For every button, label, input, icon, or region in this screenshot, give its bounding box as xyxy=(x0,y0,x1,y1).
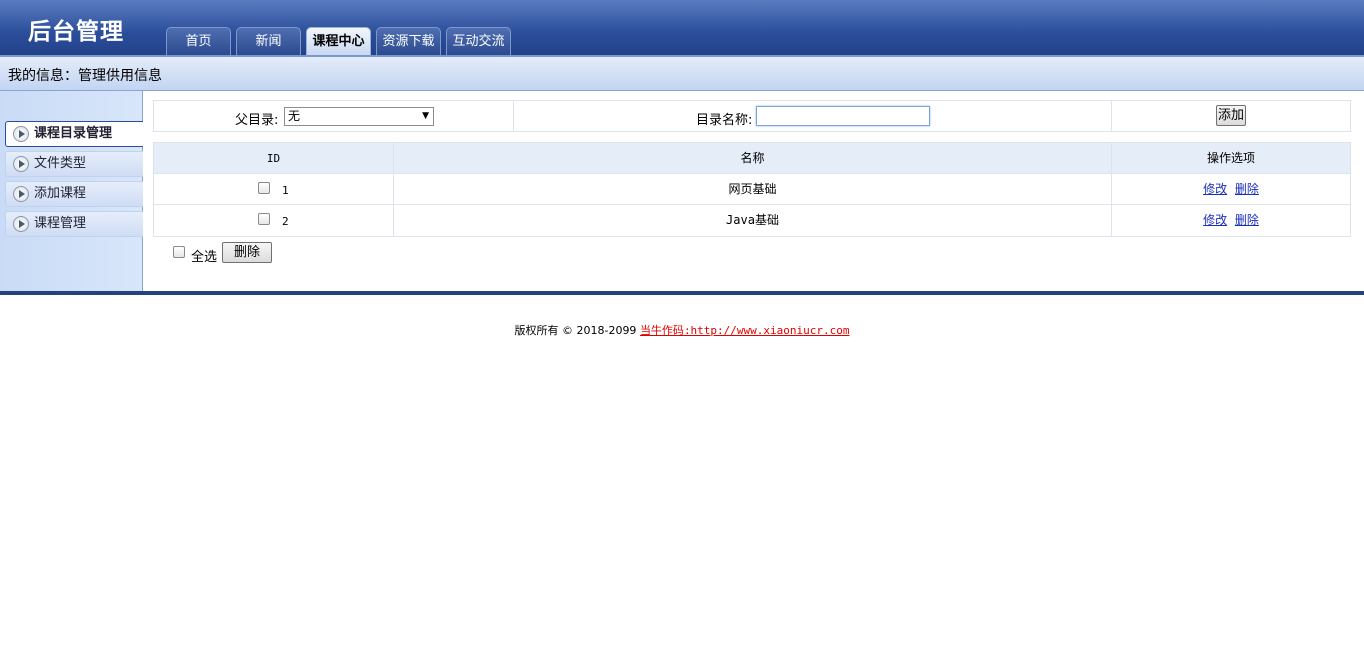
select-all-checkbox[interactable] xyxy=(173,246,185,258)
delete-link[interactable]: 删除 xyxy=(1235,213,1259,227)
column-header-id: ID xyxy=(154,143,394,173)
row-name: Java基础 xyxy=(394,205,1112,236)
parent-cell: 父目录: 无 ▼ xyxy=(154,101,514,131)
id-cell: 1 xyxy=(154,174,394,204)
footer-link[interactable]: 当牛作码:http://www.xiaoniucr.com xyxy=(640,324,850,337)
app-header: 后台管理 首页 新闻 课程中心 资源下载 互动交流 xyxy=(0,0,1364,55)
edit-link[interactable]: 修改 xyxy=(1203,182,1227,196)
parent-select-value: 无 xyxy=(288,109,301,123)
delete-link[interactable]: 删除 xyxy=(1235,182,1259,196)
row-id: 2 xyxy=(282,215,289,228)
sidebar-item-label: 添加课程 xyxy=(34,186,87,201)
add-button[interactable]: 添加 xyxy=(1216,105,1246,126)
sidebar-item-course-catalog[interactable]: 课程目录管理 xyxy=(5,121,143,147)
sidebar-item-course-management[interactable]: 课程管理 xyxy=(5,211,143,237)
footer-link-url: :http://www.xiaoniucr.com xyxy=(683,324,850,337)
info-bar: 我的信息：管理供用信息 xyxy=(0,55,1364,91)
copyright-text: 版权所有 © 2018-2099 xyxy=(514,324,637,337)
select-all-label: 全选 xyxy=(191,250,218,265)
arrow-right-icon xyxy=(13,126,29,142)
table-header-row: ID 名称 操作选项 xyxy=(154,143,1350,174)
tab-news[interactable]: 新闻 xyxy=(236,27,301,55)
arrow-right-icon xyxy=(13,156,29,172)
arrow-right-icon xyxy=(13,216,29,232)
sidebar-item-label: 课程目录管理 xyxy=(34,126,113,141)
app-title: 后台管理 xyxy=(28,18,124,45)
column-header-name: 名称 xyxy=(394,143,1112,173)
parent-label: 父目录: xyxy=(235,113,279,128)
catalog-name-input[interactable] xyxy=(756,106,930,126)
footer-link-label: 当牛作码 xyxy=(639,324,684,337)
row-checkbox[interactable] xyxy=(258,182,270,194)
tab-interaction[interactable]: 互动交流 xyxy=(446,27,511,55)
tab-course-center[interactable]: 课程中心 xyxy=(306,27,371,55)
actions-cell: 修改 删除 xyxy=(1112,205,1350,236)
info-text: 我的信息：管理供用信息 xyxy=(8,68,162,84)
main-nav-tabs: 首页 新闻 课程中心 资源下载 互动交流 xyxy=(166,27,516,55)
edit-link[interactable]: 修改 xyxy=(1203,213,1227,227)
table-row: 1 网页基础 修改 删除 xyxy=(154,174,1350,205)
catalog-name-label: 目录名称: xyxy=(696,113,753,128)
catalog-table: ID 名称 操作选项 1 网页基础 修改 删除 2 Java基础 修改 删除 xyxy=(153,142,1351,237)
arrow-right-icon xyxy=(13,186,29,202)
parent-select[interactable]: 无 ▼ xyxy=(284,107,434,126)
catalog-form: 父目录: 无 ▼ 目录名称: 添加 xyxy=(153,100,1351,132)
row-id: 1 xyxy=(282,184,289,197)
id-cell: 2 xyxy=(154,205,394,236)
name-cell: 目录名称: xyxy=(514,101,1112,131)
add-cell: 添加 xyxy=(1112,101,1350,131)
tab-home[interactable]: 首页 xyxy=(166,27,231,55)
sidebar-item-add-course[interactable]: 添加课程 xyxy=(5,181,143,207)
row-checkbox[interactable] xyxy=(258,213,270,225)
actions-cell: 修改 删除 xyxy=(1112,174,1350,204)
chevron-down-icon: ▼ xyxy=(422,111,429,121)
sidebar: 课程目录管理 文件类型 添加课程 课程管理 xyxy=(0,91,143,291)
sidebar-item-label: 课程管理 xyxy=(34,216,87,231)
row-name: 网页基础 xyxy=(394,174,1112,204)
bulk-delete-button[interactable]: 删除 xyxy=(222,242,272,263)
footer: 版权所有 © 2018-2099 当牛作码:http://www.xiaoniu… xyxy=(0,322,1364,338)
sidebar-item-label: 文件类型 xyxy=(34,156,87,171)
sidebar-item-file-type[interactable]: 文件类型 xyxy=(5,151,143,177)
footer-divider xyxy=(0,291,1364,295)
table-row: 2 Java基础 修改 删除 xyxy=(154,205,1350,236)
tab-resource-download[interactable]: 资源下载 xyxy=(376,27,441,55)
column-header-actions: 操作选项 xyxy=(1206,151,1255,165)
